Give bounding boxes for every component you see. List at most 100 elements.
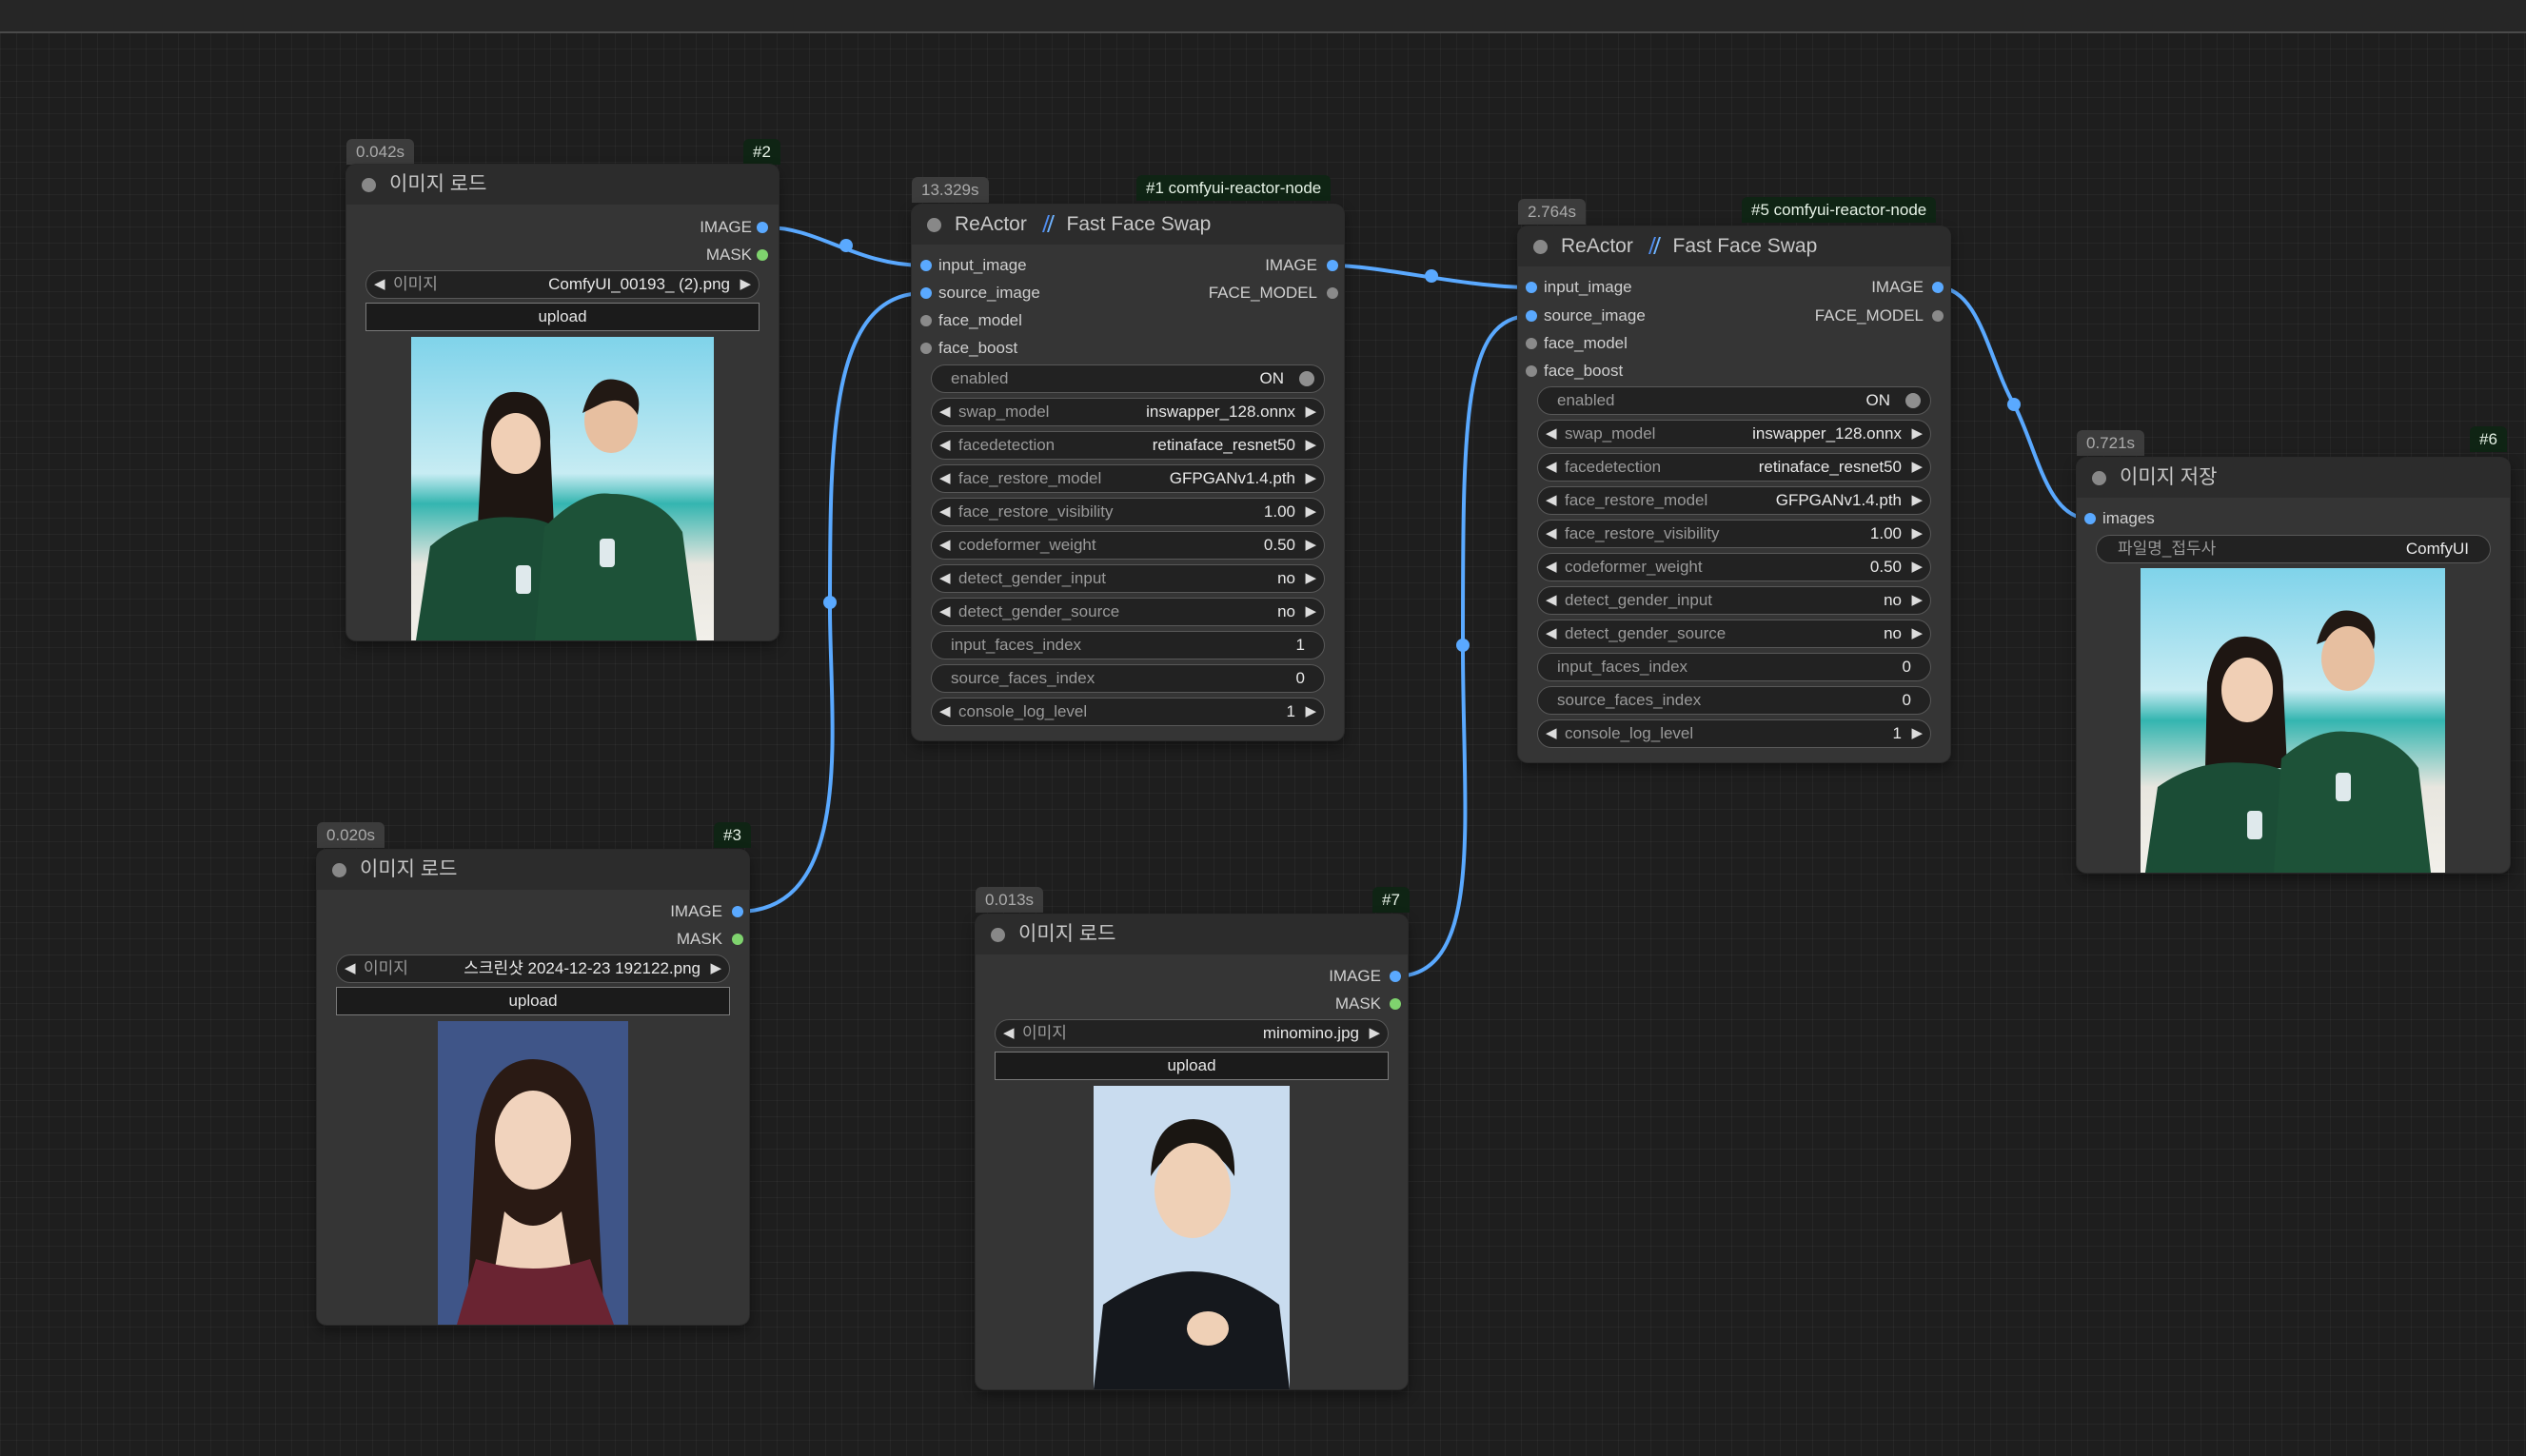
arrow-left-icon[interactable]: ◀ — [1546, 587, 1557, 614]
arrow-right-icon[interactable]: ▶ — [1369, 1020, 1380, 1047]
face-model-pin[interactable] — [1526, 338, 1537, 349]
image-select-combo[interactable]: ◀ 이미지 ComfyUI_00193_ (2).png ▶ — [365, 270, 760, 299]
swap-model-combo[interactable]: ◀ swap_model inswapper_128.onnx ▶ — [1537, 420, 1931, 448]
arrow-left-icon[interactable]: ◀ — [1546, 454, 1557, 481]
arrow-right-icon[interactable]: ▶ — [1305, 465, 1316, 492]
image-select-combo[interactable]: ◀ 이미지 스크린샷 2024-12-23 192122.png ▶ — [336, 954, 730, 983]
face-restore-visibility-slider[interactable]: ◀ face_restore_visibility 1.00 ▶ — [1537, 520, 1931, 548]
arrow-right-icon[interactable]: ▶ — [1305, 565, 1316, 592]
swap-model-combo[interactable]: ◀ swap_model inswapper_128.onnx ▶ — [931, 398, 1325, 426]
load-image-node-7[interactable]: 이미지 로드 IMAGE MASK ◀ 이미지 minomino.jpg ▶ u… — [976, 915, 1408, 1389]
face-boost-pin[interactable] — [1526, 365, 1537, 377]
collapse-dot-icon[interactable] — [2092, 471, 2106, 485]
arrow-right-icon[interactable]: ▶ — [1911, 421, 1923, 447]
link-midpoint[interactable] — [1456, 639, 1470, 652]
facedetection-combo[interactable]: ◀ facedetection retinaface_resnet50 ▶ — [1537, 453, 1931, 482]
node-title-bar[interactable]: ReActor Fast Face Swap — [912, 205, 1344, 245]
console-log-level-stepper[interactable]: ◀ console_log_level 1 ▶ — [931, 698, 1325, 726]
arrow-right-icon[interactable]: ▶ — [1911, 720, 1923, 747]
codeformer-weight-slider[interactable]: ◀ codeformer_weight 0.50 ▶ — [1537, 553, 1931, 581]
face-boost-pin[interactable] — [920, 343, 932, 354]
detect-gender-input-combo[interactable]: ◀ detect_gender_input no ▶ — [1537, 586, 1931, 615]
face-restore-visibility-slider[interactable]: ◀ face_restore_visibility 1.00 ▶ — [931, 498, 1325, 526]
arrow-left-icon[interactable]: ◀ — [1003, 1020, 1015, 1047]
link-midpoint[interactable] — [2007, 398, 2021, 411]
arrow-left-icon[interactable]: ◀ — [345, 955, 356, 982]
input-image-pin[interactable] — [920, 260, 932, 271]
arrow-right-icon[interactable]: ▶ — [710, 955, 721, 982]
source-image-pin[interactable] — [920, 287, 932, 299]
upload-button[interactable]: upload — [336, 987, 730, 1015]
console-log-level-stepper[interactable]: ◀ console_log_level 1 ▶ — [1537, 719, 1931, 748]
load-image-node-2[interactable]: 이미지 로드 IMAGE MASK ◀ 이미지 ComfyUI_00193_ (… — [346, 165, 779, 640]
detect-gender-input-combo[interactable]: ◀ detect_gender_input no ▶ — [931, 564, 1325, 593]
arrow-left-icon[interactable]: ◀ — [374, 271, 385, 298]
node-title-bar[interactable]: 이미지 저장 — [2077, 458, 2510, 498]
arrow-right-icon[interactable]: ▶ — [1911, 454, 1923, 481]
arrow-left-icon[interactable]: ◀ — [1546, 487, 1557, 514]
reactor-fast-face-swap-node-1[interactable]: ReActor Fast Face Swap input_image sourc… — [912, 205, 1344, 740]
face-restore-model-combo[interactable]: ◀ face_restore_model GFPGANv1.4.pth ▶ — [931, 464, 1325, 493]
output-mask-pin[interactable] — [1390, 998, 1401, 1010]
arrow-left-icon[interactable]: ◀ — [939, 599, 951, 625]
filename-prefix-field[interactable]: 파일명_접두사 ComfyUI — [2096, 535, 2491, 563]
collapse-dot-icon[interactable] — [332, 863, 346, 877]
arrow-right-icon[interactable]: ▶ — [1305, 599, 1316, 625]
arrow-right-icon[interactable]: ▶ — [1911, 487, 1923, 514]
toggle-knob-icon[interactable] — [1299, 371, 1314, 386]
node-title-bar[interactable]: ReActor Fast Face Swap — [1518, 226, 1950, 266]
source-image-pin[interactable] — [1526, 310, 1537, 322]
face-restore-model-combo[interactable]: ◀ face_restore_model GFPGANv1.4.pth ▶ — [1537, 486, 1931, 515]
output-face-model-pin[interactable] — [1327, 287, 1338, 299]
output-face-model-pin[interactable] — [1932, 310, 1944, 322]
enabled-toggle[interactable]: enabled ON — [1537, 386, 1931, 415]
arrow-right-icon[interactable]: ▶ — [740, 271, 751, 298]
save-image-node-6[interactable]: 이미지 저장 images 파일명_접두사 ComfyUI — [2077, 458, 2510, 873]
arrow-left-icon[interactable]: ◀ — [939, 499, 951, 525]
source-faces-index-field[interactable]: source_faces_index 0 — [931, 664, 1325, 693]
node-title-bar[interactable]: 이미지 로드 — [976, 915, 1408, 954]
arrow-left-icon[interactable]: ◀ — [1546, 620, 1557, 647]
node-title-bar[interactable]: 이미지 로드 — [317, 850, 749, 890]
arrow-left-icon[interactable]: ◀ — [1546, 554, 1557, 580]
input-image-pin[interactable] — [1526, 282, 1537, 293]
arrow-left-icon[interactable]: ◀ — [1546, 421, 1557, 447]
link-midpoint[interactable] — [1425, 269, 1438, 283]
enabled-toggle[interactable]: enabled ON — [931, 364, 1325, 393]
link-midpoint[interactable] — [823, 596, 837, 609]
arrow-right-icon[interactable]: ▶ — [1305, 432, 1316, 459]
face-model-pin[interactable] — [920, 315, 932, 326]
arrow-right-icon[interactable]: ▶ — [1305, 399, 1316, 425]
detect-gender-source-combo[interactable]: ◀ detect_gender_source no ▶ — [1537, 620, 1931, 648]
arrow-left-icon[interactable]: ◀ — [939, 532, 951, 559]
collapse-dot-icon[interactable] — [927, 218, 941, 232]
output-image-pin[interactable] — [732, 906, 743, 917]
upload-button[interactable]: upload — [365, 303, 760, 331]
collapse-dot-icon[interactable] — [991, 928, 1005, 942]
source-faces-index-field[interactable]: source_faces_index 0 — [1537, 686, 1931, 715]
load-image-node-3[interactable]: 이미지 로드 IMAGE MASK ◀ 이미지 스크린샷 2024-12-23 … — [317, 850, 749, 1325]
arrow-right-icon[interactable]: ▶ — [1305, 698, 1316, 725]
output-image-pin[interactable] — [1390, 971, 1401, 982]
codeformer-weight-slider[interactable]: ◀ codeformer_weight 0.50 ▶ — [931, 531, 1325, 560]
arrow-left-icon[interactable]: ◀ — [939, 698, 951, 725]
link-midpoint[interactable] — [839, 239, 853, 252]
node-title-bar[interactable]: 이미지 로드 — [346, 165, 779, 205]
image-select-combo[interactable]: ◀ 이미지 minomino.jpg ▶ — [995, 1019, 1389, 1048]
reactor-fast-face-swap-node-5[interactable]: ReActor Fast Face Swap input_image sourc… — [1518, 226, 1950, 762]
collapse-dot-icon[interactable] — [362, 178, 376, 192]
input-images-pin[interactable] — [2084, 513, 2096, 524]
output-image-pin[interactable] — [757, 222, 768, 233]
output-mask-pin[interactable] — [757, 249, 768, 261]
collapse-dot-icon[interactable] — [1533, 240, 1548, 254]
arrow-left-icon[interactable]: ◀ — [939, 432, 951, 459]
detect-gender-source-combo[interactable]: ◀ detect_gender_source no ▶ — [931, 598, 1325, 626]
arrow-left-icon[interactable]: ◀ — [1546, 720, 1557, 747]
output-image-pin[interactable] — [1932, 282, 1944, 293]
input-faces-index-field[interactable]: input_faces_index 1 — [931, 631, 1325, 659]
arrow-left-icon[interactable]: ◀ — [939, 565, 951, 592]
facedetection-combo[interactable]: ◀ facedetection retinaface_resnet50 ▶ — [931, 431, 1325, 460]
arrow-left-icon[interactable]: ◀ — [939, 465, 951, 492]
input-faces-index-field[interactable]: input_faces_index 0 — [1537, 653, 1931, 681]
arrow-right-icon[interactable]: ▶ — [1305, 499, 1316, 525]
